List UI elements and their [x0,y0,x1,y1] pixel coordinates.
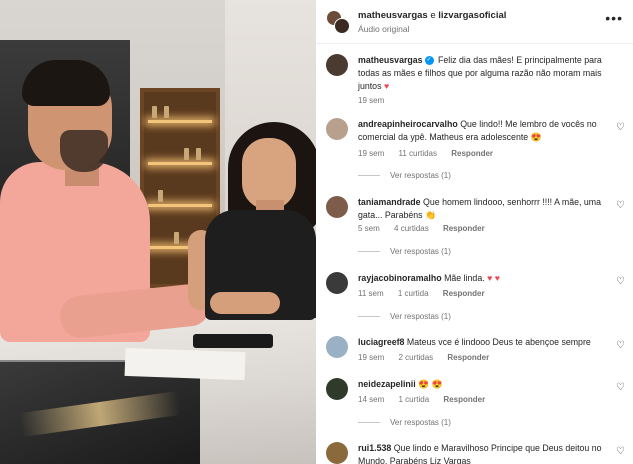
avatar[interactable] [334,18,350,34]
avatar[interactable] [326,118,348,140]
heart-outline-icon[interactable]: ♡ [616,446,625,457]
comment-time[interactable]: 5 sem [358,224,380,233]
comment-emoji: 😍 😍 [418,379,443,389]
audio-label[interactable]: Áudio original [358,24,410,34]
comment-likes[interactable]: 11 curtidas [398,149,437,158]
view-replies-button[interactable]: Ver respostas (1) [358,312,451,321]
comment-username[interactable]: rui1.538 [358,443,391,453]
heart-emoji: ♥ [383,81,390,91]
avatar[interactable] [326,54,348,76]
post-video[interactable] [0,0,316,464]
conjunction: e [430,10,436,21]
phone-on-counter [193,334,273,348]
comment-meta: 14 sem 1 curtida Responder [358,395,497,404]
comment-time[interactable]: 11 sem [358,289,384,298]
heart-outline-icon[interactable]: ♡ [616,382,625,393]
comment-username[interactable]: andreapinheirocarvalho [358,119,458,129]
avatar[interactable] [326,196,348,218]
caption-username[interactable]: matheusvargas [358,55,423,65]
coauthor-username[interactable]: lizvargasoficial [438,10,506,21]
heart-outline-icon[interactable]: ♡ [616,340,625,351]
comments-panel: matheusvargas e lizvargasoficial Áudio o… [316,0,633,464]
view-replies-button[interactable]: Ver respostas (1) [358,418,451,427]
reply-button[interactable]: Responder [451,149,493,158]
comment-meta: 11 sem 1 curtida Responder [358,289,497,298]
avatar[interactable] [326,272,348,294]
more-horizontal-icon[interactable]: ••• [605,10,623,26]
comment-meta: 19 sem 11 curtidas Responder [358,149,505,158]
reply-button[interactable]: Responder [443,224,485,233]
heart-outline-icon[interactable]: ♡ [616,276,625,287]
comment-time[interactable]: 19 sem [358,353,384,362]
reply-button[interactable]: Responder [443,289,485,298]
comment-likes[interactable]: 2 curtidas [398,353,433,362]
paper-sheet [124,347,246,381]
comment-meta: 19 sem 2 curtidas Responder [358,353,501,362]
reply-button[interactable]: Responder [447,353,489,362]
author-names: matheusvargas e lizvargasoficial [358,10,506,21]
author-username[interactable]: matheusvargas [358,10,428,21]
comment-username[interactable]: rayjacobinoramalho [358,273,442,283]
view-replies-button[interactable]: Ver respostas (1) [358,171,451,180]
comment-text: Que lindo e Maravilhoso Principe que Deu… [358,443,602,464]
comment-text: Mateus vce é lindooo Deus te abençoe sem… [406,337,591,347]
post-header: matheusvargas e lizvargasoficial Áudio o… [316,0,633,44]
reply-button[interactable]: Responder [443,395,485,404]
comment-text: Mãe linda. [444,273,485,283]
comment-likes[interactable]: 1 curtida [398,289,429,298]
avatar[interactable] [326,442,348,464]
verified-badge-icon: ✓ [424,56,434,66]
comment-emoji: ♥ ♥ [487,273,500,283]
avatar[interactable] [326,336,348,358]
comment-meta: 5 sem 4 curtidas Responder [358,224,497,233]
author-avatars[interactable] [326,10,350,34]
comment-username[interactable]: neidezapelinii [358,379,416,389]
avatar[interactable] [326,378,348,400]
comment-emoji: 😍 [530,132,542,142]
comment-likes[interactable]: 1 curtida [398,395,429,404]
comment-time[interactable]: 19 sem [358,149,384,158]
heart-outline-icon[interactable]: ♡ [616,122,625,133]
caption-time[interactable]: 19 sem [358,96,384,105]
comment-emoji: 👏 [425,210,436,220]
view-replies-button[interactable]: Ver respostas (1) [358,247,451,256]
comment-username[interactable]: taniamandrade [358,197,421,207]
comment-likes[interactable]: 4 curtidas [394,224,429,233]
heart-outline-icon[interactable]: ♡ [616,200,625,211]
comment-time[interactable]: 14 sem [358,395,384,404]
comment-username[interactable]: luciagreef8 [358,337,404,347]
